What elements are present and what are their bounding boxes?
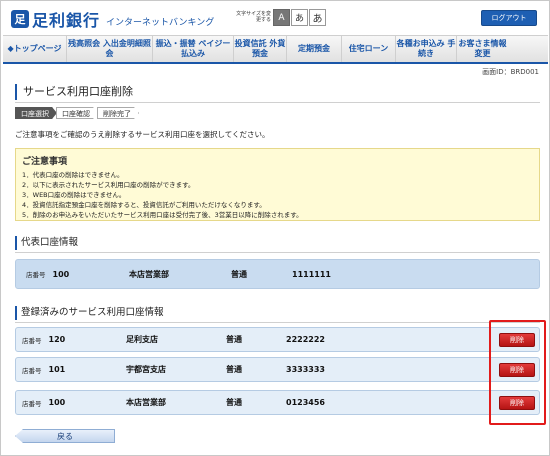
section-divider <box>15 252 540 253</box>
branch-number-value: 100 <box>48 398 66 407</box>
table-row: 店番号 120 足利支店 普通 2222222 削除 <box>15 327 540 352</box>
rep-account-heading: 代表口座情報 <box>15 236 540 250</box>
account-type: 普通 <box>226 391 242 414</box>
step-confirm-account: 口座確認 <box>56 107 98 119</box>
account-number: 2222222 <box>286 328 325 351</box>
page-title: サービス利用口座削除 <box>15 84 540 100</box>
branch-number: 店番号 100 <box>26 260 69 288</box>
fontsize-large-button[interactable]: あ <box>309 9 326 26</box>
nav-top-page[interactable]: ◆トップページ <box>3 36 67 62</box>
branch-number-value: 120 <box>48 335 66 344</box>
account-type: 普通 <box>226 358 242 381</box>
nav-transfer[interactable]: 振込・振替 ペイジー払込み <box>153 36 234 62</box>
table-row: 店番号 101 宇都宮支店 普通 3333333 削除 <box>15 357 540 382</box>
account-number-value: 2222222 <box>286 335 325 344</box>
registered-accounts-heading: 登録済みのサービス利用口座情報 <box>15 306 540 320</box>
screen-id: 画面ID：BRD001 <box>482 68 539 76</box>
branch-name: 足利支店 <box>126 328 158 351</box>
rep-account-row: 店番号 100 本店営業部 普通 1111111 <box>15 259 540 289</box>
branch-number-label: 店番号 <box>22 399 42 408</box>
fontsize-medium-button[interactable]: あ <box>291 9 308 26</box>
bank-name: 足利銀行 <box>32 11 101 30</box>
fontsize-label: 文字サイズを変更する <box>236 11 271 23</box>
notice-item: 1．代表口座の削除はできません。 <box>22 171 124 179</box>
nav-customer-info[interactable]: お客さま情報 変更 <box>457 36 508 62</box>
branch-name: 宇都宮支店 <box>126 358 166 381</box>
account-type: 普通 <box>231 260 247 288</box>
notice-title: ご注意事項 <box>22 157 68 167</box>
branch-name-value: 足利支店 <box>126 335 158 344</box>
account-number-value: 1111111 <box>292 269 331 279</box>
page-frame: 足 足利銀行 インターネットバンキング 文字サイズを変更する A あ あ ログア… <box>0 0 550 456</box>
bank-logo[interactable]: 足 足利銀行 インターネットバンキング <box>11 7 214 31</box>
account-type-value: 普通 <box>226 365 242 374</box>
branch-name-value: 本店営業部 <box>129 269 169 279</box>
global-nav: ◆トップページ 残高照会 入出金明細照会 振込・振替 ペイジー払込み 投資信託 … <box>3 35 548 64</box>
branch-number: 店番号 100 <box>22 391 65 414</box>
branch-number-value: 100 <box>52 269 70 279</box>
nav-investment[interactable]: 投資信託 外貨預金 <box>234 36 287 62</box>
branch-name: 本店営業部 <box>129 260 169 288</box>
table-row: 店番号 100 本店営業部 普通 0123456 削除 <box>15 390 540 415</box>
nav-balance-inquiry[interactable]: 残高照会 入出金明細照会 <box>67 36 153 62</box>
step-select-account: 口座選択 <box>15 107 57 119</box>
nav-applications[interactable]: 各種お申込み 手続き <box>396 36 457 62</box>
logo-mark: 足 <box>11 10 29 28</box>
notice-item: 3．WEB口座の削除はできません。 <box>22 191 126 199</box>
branch-number-label: 店番号 <box>22 366 42 375</box>
account-number: 3333333 <box>286 358 325 381</box>
account-number-value: 3333333 <box>286 365 325 374</box>
branch-number-value: 101 <box>48 365 66 374</box>
branch-number: 店番号 120 <box>22 328 65 351</box>
account-type-value: 普通 <box>226 335 242 344</box>
account-number-value: 0123456 <box>286 398 325 407</box>
branch-number: 店番号 101 <box>22 358 65 381</box>
step-deletion-complete: 削除完了 <box>97 107 139 119</box>
nav-time-deposit[interactable]: 定期預金 <box>287 36 342 62</box>
account-number: 1111111 <box>292 260 331 288</box>
account-type-value: 普通 <box>226 398 242 407</box>
title-divider <box>15 102 540 103</box>
branch-number-label: 店番号 <box>26 271 46 279</box>
back-button[interactable]: 戻る <box>15 429 115 443</box>
header: 足 足利銀行 インターネットバンキング 文字サイズを変更する A あ あ ログア… <box>1 1 549 35</box>
notice-item: 2．以下に表示されたサービス利用口座の削除ができます。 <box>22 181 195 189</box>
branch-name: 本店営業部 <box>126 391 166 414</box>
account-number: 0123456 <box>286 391 325 414</box>
nav-housing-loan[interactable]: 住宅ローン <box>342 36 396 62</box>
service-name: インターネットバンキング <box>106 18 215 28</box>
intro-text: ご注意事項をご確認のうえ削除するサービス利用口座を選択してください。 <box>15 130 270 139</box>
account-type-value: 普通 <box>231 269 247 279</box>
section-divider <box>15 322 540 323</box>
notice-box: ご注意事項 1．代表口座の削除はできません。 2．以下に表示されたサービス利用口… <box>15 148 540 221</box>
branch-name-value: 宇都宮支店 <box>126 365 166 374</box>
fontsize-small-button[interactable]: A <box>273 9 290 26</box>
logout-button[interactable]: ログアウト <box>481 10 537 26</box>
branch-name-value: 本店営業部 <box>126 398 166 407</box>
delete-buttons-highlight <box>489 320 546 425</box>
notice-item: 5．削除のお申込みをいただいたサービス利用口座は受付完了後、3営業日以降に削除さ… <box>22 211 303 219</box>
step-indicator: 口座選択 口座確認 削除完了 <box>15 107 138 119</box>
notice-item: 4．投資信託指定預金口座を削除すると、投資信託がご利用いただけなくなります。 <box>22 201 266 209</box>
branch-number-label: 店番号 <box>22 336 42 345</box>
account-type: 普通 <box>226 328 242 351</box>
